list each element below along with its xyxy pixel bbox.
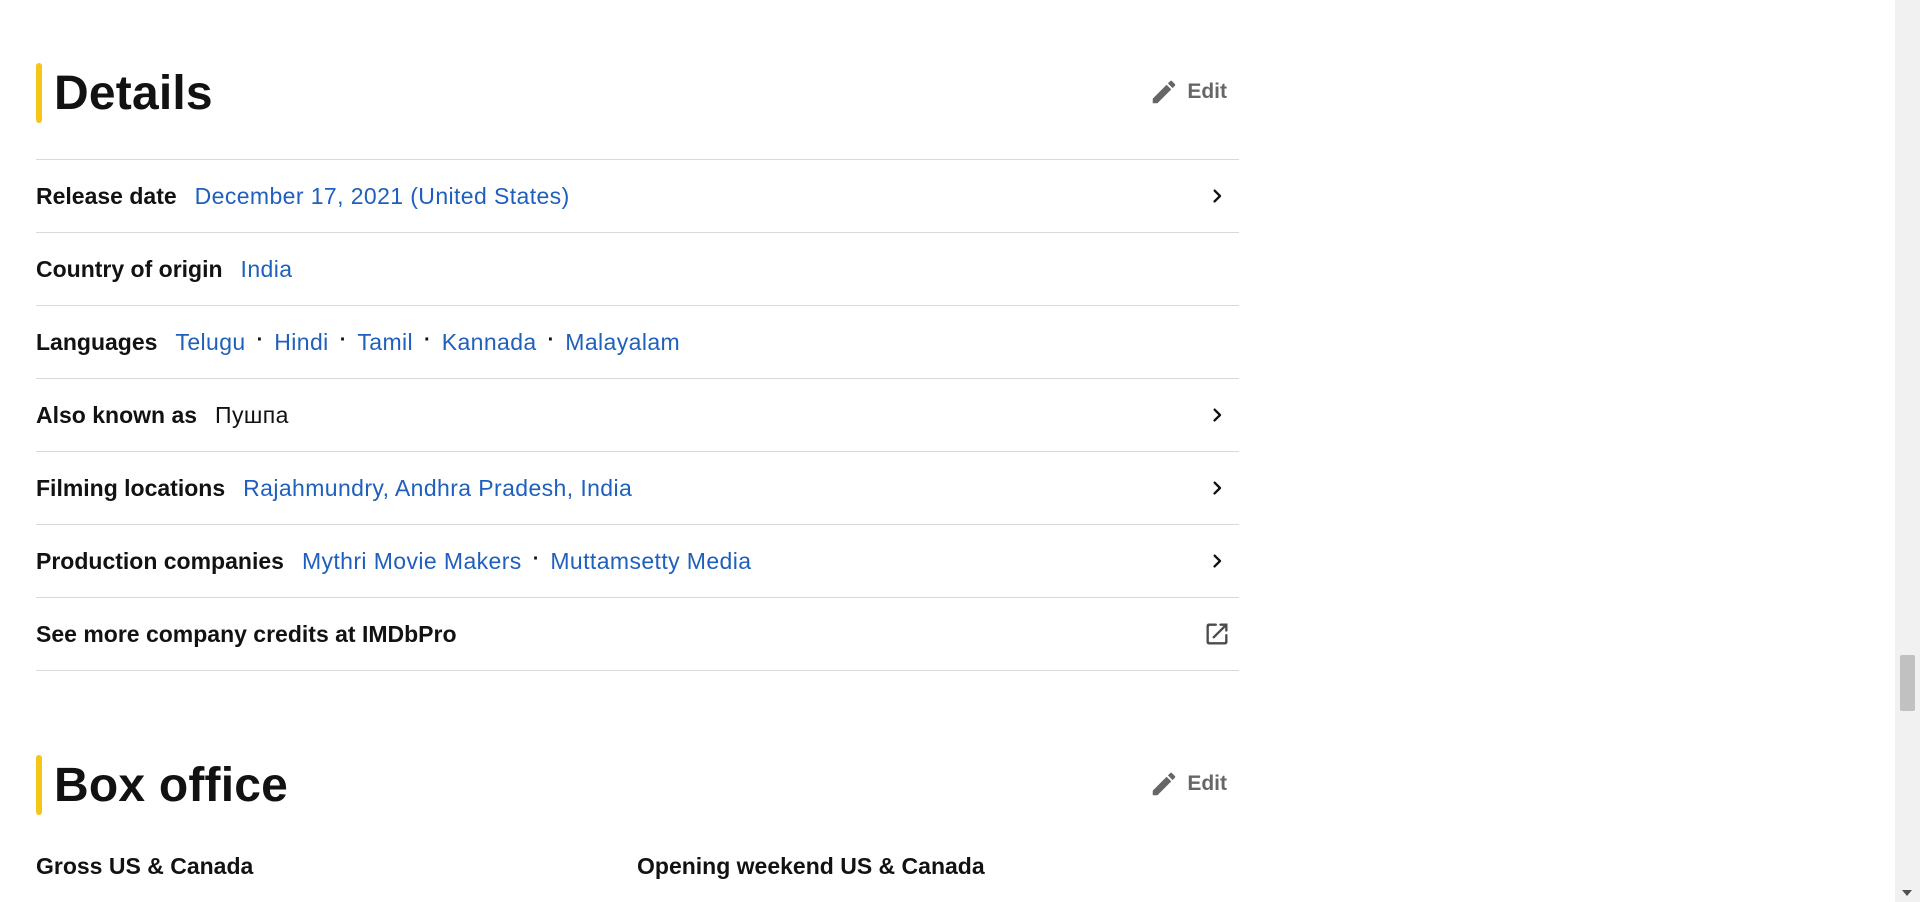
- separator-dot: ·: [256, 328, 264, 351]
- language-link[interactable]: Telugu: [175, 329, 245, 356]
- separator-dot: ·: [424, 328, 431, 351]
- detail-label: Release date: [36, 182, 177, 209]
- external-link-icon[interactable]: [1203, 620, 1231, 648]
- filming-location-link[interactable]: Rajahmundry, Andhra Pradesh, India: [243, 475, 632, 502]
- chevron-right-icon[interactable]: [1203, 547, 1231, 575]
- aka-title: Пушпа: [215, 401, 289, 428]
- scrollbar-thumb[interactable]: [1900, 655, 1915, 711]
- country-link[interactable]: India: [241, 256, 293, 283]
- company-link[interactable]: Mythri Movie Makers: [302, 548, 522, 575]
- language-link[interactable]: Malayalam: [565, 329, 680, 356]
- details-section: Details Edit Release date December 17, 2…: [36, 0, 1239, 671]
- chevron-right-icon[interactable]: [1203, 182, 1231, 210]
- box-office-header: Box office Edit: [36, 755, 1239, 815]
- detail-label: Production companies: [36, 547, 284, 574]
- detail-row-filming-locations[interactable]: Filming locations Rajahmundry, Andhra Pr…: [36, 452, 1239, 525]
- language-link[interactable]: Tamil: [357, 329, 413, 356]
- chevron-right-icon[interactable]: [1203, 474, 1231, 502]
- details-header: Details Edit: [36, 63, 1239, 123]
- detail-label: Also known as: [36, 401, 198, 428]
- detail-values: India: [241, 256, 293, 283]
- detail-values: December 17, 2021 (United States): [195, 183, 570, 210]
- details-edit-button[interactable]: Edit: [1149, 77, 1227, 107]
- box-office-title[interactable]: Box office: [54, 758, 288, 813]
- detail-values: Rajahmundry, Andhra Pradesh, India: [243, 475, 632, 502]
- scroll-down-arrow-icon[interactable]: [1902, 890, 1912, 896]
- separator-dot: ·: [547, 328, 555, 351]
- chevron-right-icon[interactable]: [1203, 401, 1231, 429]
- main-content: Details Edit Release date December 17, 2…: [36, 0, 1239, 880]
- detail-row-also-known-as[interactable]: Also known as Пушпа: [36, 379, 1239, 452]
- pencil-icon: [1149, 77, 1179, 107]
- details-title[interactable]: Details: [54, 66, 213, 121]
- detail-values: Пушпа: [215, 402, 289, 429]
- edit-label: Edit: [1187, 80, 1227, 103]
- detail-row-country-of-origin: Country of origin India: [36, 233, 1239, 306]
- detail-row-release-date[interactable]: Release date December 17, 2021 (United S…: [36, 160, 1239, 233]
- release-date-link[interactable]: December 17, 2021 (United States): [195, 183, 570, 210]
- detail-label: Filming locations: [36, 474, 226, 501]
- gross-us-canada-label: Gross US & Canada: [36, 853, 254, 879]
- section-accent-bar: [36, 755, 42, 815]
- company-link[interactable]: Muttamsetty Media: [550, 548, 751, 575]
- box-office-section: Box office Edit Gross US & Canada Openin…: [36, 755, 1239, 880]
- details-list: Release date December 17, 2021 (United S…: [36, 159, 1239, 671]
- detail-label: Country of origin: [36, 255, 223, 282]
- separator-dot: ·: [532, 547, 540, 570]
- detail-row-production-companies[interactable]: Production companies Mythri Movie Makers…: [36, 525, 1239, 598]
- pencil-icon: [1149, 769, 1179, 799]
- box-office-edit-button[interactable]: Edit: [1149, 769, 1227, 799]
- page: Details Edit Release date December 17, 2…: [0, 0, 1920, 902]
- separator-dot: ·: [339, 328, 347, 351]
- language-link[interactable]: Kannada: [442, 329, 537, 356]
- edit-label: Edit: [1187, 772, 1227, 795]
- section-accent-bar: [36, 63, 42, 123]
- language-link[interactable]: Hindi: [274, 329, 328, 356]
- vertical-scrollbar[interactable]: [1895, 0, 1920, 902]
- detail-values: Telugu · Hindi · Tamil · Kannada · Malay…: [175, 329, 680, 356]
- box-office-columns: Gross US & Canada Opening weekend US & C…: [36, 853, 1239, 880]
- imdbpro-credits-row[interactable]: See more company credits at IMDbPro: [36, 598, 1239, 671]
- detail-values: Mythri Movie Makers · Muttamsetty Media: [302, 548, 752, 575]
- detail-row-languages: Languages Telugu · Hindi · Tamil · Kanna…: [36, 306, 1239, 379]
- opening-weekend-label: Opening weekend US & Canada: [637, 853, 985, 879]
- detail-label: Languages: [36, 328, 158, 355]
- imdbpro-credits-link[interactable]: See more company credits at IMDbPro: [36, 621, 457, 648]
